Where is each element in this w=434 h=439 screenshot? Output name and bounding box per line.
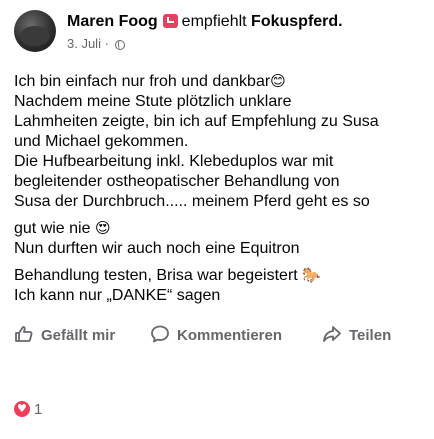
action-bar: Gefällt mir Kommentieren Teilen <box>14 323 420 349</box>
comment-button[interactable]: Kommentieren <box>150 323 282 349</box>
reaction-count: 1 <box>34 401 43 418</box>
author-line: Maren Foog empfiehlt Fokuspferd. <box>67 12 343 32</box>
horse-emoji-icon: 🐎 <box>302 266 321 284</box>
post-meta: 3. Juli · <box>67 36 125 52</box>
like-button[interactable]: Gefällt mir <box>14 323 115 349</box>
post-line: Nachdem meine Stute plötzlich unklare <box>14 93 292 110</box>
like-label: Gefällt mir <box>41 327 116 344</box>
reaction-summary[interactable]: 1 <box>14 400 42 420</box>
post-line: Ich bin einfach nur froh und dankbar😊 <box>14 72 286 90</box>
meta-separator: · <box>104 36 109 51</box>
comment-label: Kommentieren <box>177 327 283 344</box>
page-name[interactable]: Fokuspferd. <box>251 13 343 30</box>
smile-emoji-icon: 😊 <box>270 72 286 90</box>
avatar[interactable] <box>14 10 56 52</box>
post-line: Nun durften wir auch noch eine Equitron <box>14 240 300 257</box>
recommend-badge-icon <box>162 14 178 28</box>
recommend-verb: empfiehlt <box>181 13 247 30</box>
post-line: begleitender ostheopatischer Behandlung … <box>14 173 340 190</box>
post-line: Ich kann nur „DANKE“ sagen <box>14 287 221 304</box>
post-date[interactable]: 3. Juli <box>67 36 101 51</box>
comment-bubble-icon <box>151 325 169 343</box>
share-button[interactable]: Teilen <box>322 323 391 349</box>
globe-icon[interactable] <box>114 40 125 50</box>
share-arrow-icon <box>323 326 341 342</box>
thumbs-up-icon <box>15 326 33 342</box>
post-body: Ich bin einfach nur froh und dankbar😊 Na… <box>14 71 424 306</box>
post-line: Susa der Durchbruch..... meinem Pferd ge… <box>14 193 370 210</box>
share-label: Teilen <box>349 327 392 344</box>
post-line: gut wie nie 😍 <box>14 219 111 237</box>
author-name[interactable]: Maren Foog <box>67 13 158 30</box>
post-line: Behandlung testen, Brisa war begeistert … <box>14 266 321 284</box>
heart-reaction-icon <box>14 400 30 418</box>
heart-eyes-emoji-icon: 😍 <box>94 219 111 237</box>
post-line: Die Hufbearbeitung inkl. Klebeduplos war… <box>14 153 334 170</box>
post-line: Lahmheiten zeigte, bin ich auf Empfehlun… <box>14 113 379 130</box>
post-line: und Michael gekommen. <box>14 133 189 150</box>
post-header: Maren Foog empfiehlt Fokuspferd. 3. Juli … <box>14 8 424 58</box>
